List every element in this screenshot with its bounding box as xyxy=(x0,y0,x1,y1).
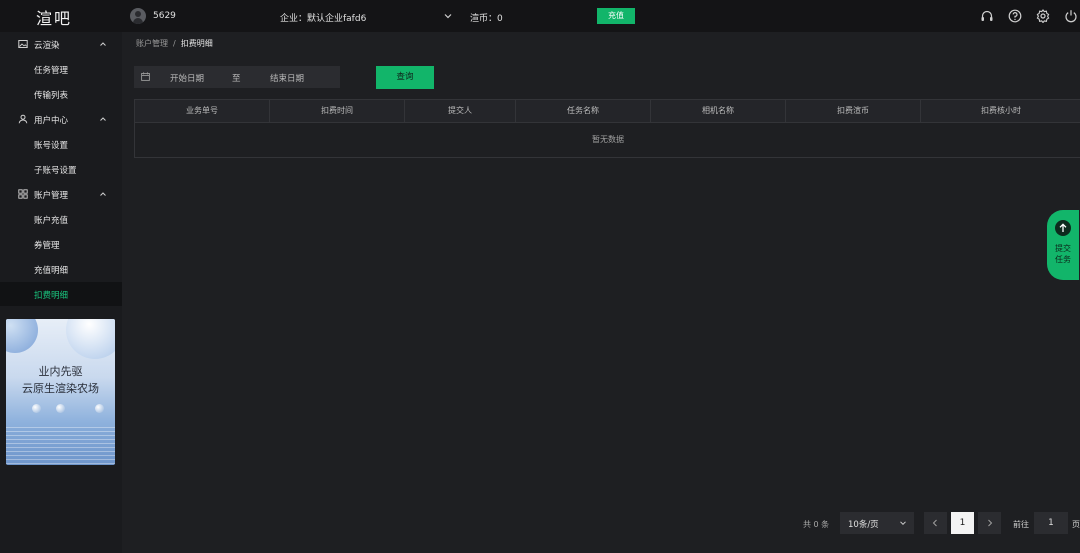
sidebar-item-label: 扣费明细 xyxy=(34,291,69,301)
sidebar-item-recharge-details[interactable]: 充值明细 xyxy=(0,257,122,281)
sidebar-item-task-management[interactable]: 任务管理 xyxy=(0,57,122,81)
chevron-left-icon xyxy=(932,519,937,527)
next-page-button[interactable] xyxy=(978,512,1001,534)
page-size-value: 10条/页 xyxy=(848,520,879,530)
grid-icon xyxy=(18,189,28,199)
breadcrumb-separator: / xyxy=(173,39,176,48)
sidebar-item-label: 充值明细 xyxy=(34,266,69,276)
table-header: 业务单号 扣费时间 提交人 任务名称 相机名称 扣费渲币 扣费核小时 xyxy=(135,100,1080,123)
sidebar-item-account-recharge[interactable]: 账户充值 xyxy=(0,207,122,231)
total-count: 共 0 条 xyxy=(803,520,830,529)
avatar[interactable] xyxy=(130,8,146,24)
chevron-up-icon xyxy=(100,192,106,196)
column-header: 扣费渲币 xyxy=(786,100,921,122)
sidebar-item-subaccount-settings[interactable]: 子账号设置 xyxy=(0,157,122,181)
sidebar-group-user-center[interactable]: 用户中心 xyxy=(0,107,122,131)
sidebar-group-cloud-render[interactable]: 云渲染 xyxy=(0,32,122,56)
goto-page-input[interactable]: 1 xyxy=(1034,512,1068,534)
end-date-input[interactable]: 结束日期 xyxy=(270,72,304,84)
breadcrumb-current: 扣费明细 xyxy=(180,39,213,48)
sidebar-item-label: 券管理 xyxy=(34,241,60,251)
user-id: 5629 xyxy=(153,11,176,21)
page-size-select[interactable]: 10条/页 xyxy=(840,512,914,534)
arrow-up-icon xyxy=(1055,220,1071,236)
chevron-up-icon xyxy=(100,42,106,46)
column-header: 扣费核小时 xyxy=(981,106,1021,115)
column-header: 提交人 xyxy=(405,100,516,122)
empty-state: 暂无数据 xyxy=(592,135,624,144)
sidebar-group-label: 用户中心 xyxy=(34,116,69,126)
image-icon xyxy=(18,40,28,48)
date-range-picker[interactable]: 开始日期 至 结束日期 xyxy=(134,66,340,88)
column-header: 扣费时间 xyxy=(270,100,405,122)
sidebar-item-deduction-details[interactable]: 扣费明细 xyxy=(0,282,122,306)
sidebar-item-label: 任务管理 xyxy=(34,66,69,76)
sidebar-group-label: 云渲染 xyxy=(34,41,60,51)
breadcrumb: 账户管理 / 扣费明细 xyxy=(136,38,213,49)
sidebar-item-label: 传输列表 xyxy=(34,91,69,101)
submit-task-label: 提交 xyxy=(1055,244,1071,253)
banner-line-1: 业内先驱 xyxy=(38,365,83,378)
settings-icon[interactable] xyxy=(1036,9,1050,23)
chevron-down-icon[interactable] xyxy=(443,11,453,21)
company-selector[interactable]: 企业：默认企业fafd6 xyxy=(280,11,366,24)
sidebar-item-label: 账户充值 xyxy=(34,216,69,226)
page-number-current[interactable]: 1 xyxy=(951,512,974,534)
sidebar-item-account-settings[interactable]: 账号设置 xyxy=(0,132,122,156)
power-icon[interactable] xyxy=(1064,9,1078,23)
goto-label: 前往 xyxy=(1013,520,1029,529)
prev-page-button[interactable] xyxy=(924,512,947,534)
help-icon[interactable] xyxy=(1008,9,1022,23)
banner-line-2: 云原生渲染农场 xyxy=(22,382,99,395)
sidebar-item-label: 账号设置 xyxy=(34,141,69,151)
chevron-down-icon xyxy=(900,521,906,526)
promo-banner[interactable]: 业内先驱 云原生渲染农场 xyxy=(6,319,115,465)
range-separator: 至 xyxy=(232,74,241,84)
user-icon xyxy=(18,114,28,124)
deduction-table: 业务单号 扣费时间 提交人 任务名称 相机名称 扣费渲币 扣费核小时 暂无数据 xyxy=(134,99,1080,158)
column-header: 相机名称 xyxy=(651,100,786,122)
chevron-up-icon xyxy=(100,117,106,121)
calendar-icon xyxy=(141,72,150,81)
top-bar: 渲吧 5629 企业：默认企业fafd6 渲币：0 充值 xyxy=(0,0,1080,32)
query-button[interactable]: 查询 xyxy=(376,66,434,89)
start-date-input[interactable]: 开始日期 xyxy=(170,72,204,84)
sidebar-group-account-management[interactable]: 账户管理 xyxy=(0,182,122,206)
coin-balance: 渲币：0 xyxy=(470,14,503,24)
app-logo[interactable]: 渲吧 xyxy=(36,5,72,29)
goto-suffix: 页 xyxy=(1072,520,1080,529)
column-header: 任务名称 xyxy=(516,100,651,122)
sidebar-item-coupon-management[interactable]: 券管理 xyxy=(0,232,122,256)
sidebar-item-transfer-list[interactable]: 传输列表 xyxy=(0,82,122,106)
column-header: 业务单号 xyxy=(135,100,270,122)
sidebar: 云渲染 任务管理 传输列表 用户中心 账号设置 子账号设置 账户管理 账户充值 … xyxy=(0,32,122,553)
sidebar-group-label: 账户管理 xyxy=(34,191,69,201)
submit-task-button[interactable]: 提交 任务 xyxy=(1047,210,1079,280)
headset-icon[interactable] xyxy=(980,9,994,23)
sidebar-item-label: 子账号设置 xyxy=(34,166,77,176)
recharge-button[interactable]: 充值 xyxy=(597,8,635,24)
chevron-right-icon xyxy=(988,519,993,527)
breadcrumb-parent[interactable]: 账户管理 xyxy=(136,39,168,48)
submit-task-label: 任务 xyxy=(1055,255,1071,264)
